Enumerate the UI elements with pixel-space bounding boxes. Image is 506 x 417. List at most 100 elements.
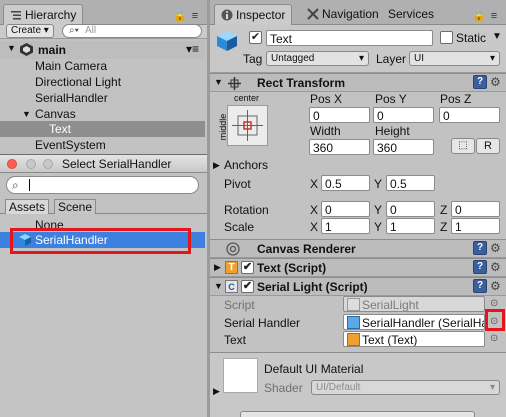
width-input[interactable]: 360	[309, 139, 370, 155]
csharp-script-icon	[347, 298, 360, 311]
scale-y-input[interactable]: 1	[386, 218, 435, 234]
gameobject-cube-icon	[216, 30, 238, 55]
create-button[interactable]: Create ▾	[6, 24, 54, 38]
text-field-label: Text	[224, 333, 247, 347]
search-icon: ⌕	[12, 178, 19, 192]
help-icon[interactable]: ?	[473, 279, 487, 293]
rotation-label: Rotation	[224, 203, 269, 217]
serial-handler-object-field[interactable]: SerialHandler (SerialHan	[343, 314, 485, 330]
help-icon[interactable]: ?	[473, 75, 487, 89]
tab-scene[interactable]: Scene	[54, 199, 97, 214]
layer-dropdown-value: UI	[414, 53, 424, 64]
pos-y-input[interactable]: 0	[373, 107, 434, 123]
scene-menu-icon[interactable]: ▾≡	[186, 42, 199, 56]
scene-row-main[interactable]: ▼ main ▾≡	[0, 41, 205, 59]
scale-label: Scale	[224, 220, 255, 234]
scene-name: main	[38, 43, 67, 57]
script-object-value: SerialLight	[362, 298, 419, 312]
hierarchy-item-eventsystem[interactable]: EventSystem	[0, 137, 205, 153]
object-name-input[interactable]: Text	[266, 30, 433, 46]
text-cursor	[29, 179, 30, 191]
text-script-enabled-checkbox[interactable]: ✔	[241, 261, 254, 274]
selector-search-input[interactable]: ⌕	[6, 176, 199, 194]
anchor-presets-button[interactable]	[227, 105, 268, 146]
text-component-icon: T	[225, 261, 238, 274]
static-checkbox[interactable]	[440, 31, 453, 44]
anchors-expand-arrow-icon[interactable]: ▶	[213, 160, 220, 171]
canvas-renderer-header[interactable]: Canvas Renderer	[210, 239, 506, 258]
rect-transform-icon	[228, 77, 241, 93]
add-component-button-edge[interactable]	[240, 411, 475, 417]
hierarchy-window-controls[interactable]: 🔒 ≡	[173, 9, 199, 22]
zoom-window-button[interactable]	[43, 159, 53, 169]
shader-label: Shader	[264, 381, 303, 395]
hierarchy-item-canvas[interactable]: ▼ Canvas	[0, 106, 205, 122]
hierarchy-item-text[interactable]: Text	[0, 121, 205, 137]
help-icon[interactable]: ?	[473, 241, 487, 255]
pivot-x-input[interactable]: 0.5	[321, 175, 370, 191]
gear-icon[interactable]: ⚙	[490, 75, 501, 89]
layer-dropdown[interactable]: UI ▾	[409, 51, 500, 66]
text-object-picker-icon[interactable]: ⊙	[490, 333, 498, 344]
gear-icon[interactable]: ⚙	[490, 241, 501, 255]
text-object-field[interactable]: Text (Text)	[343, 331, 485, 347]
tab-services[interactable]: Services	[382, 4, 440, 24]
tab-navigation[interactable]: Navigation	[301, 4, 385, 24]
tab-assets[interactable]: Assets	[5, 199, 50, 214]
hierarchy-search-input[interactable]: ⌕▾ All	[62, 24, 202, 38]
dropdown-arrow-icon: ▾	[489, 53, 495, 64]
canvas-renderer-title: Canvas Renderer	[257, 242, 356, 256]
static-dropdown-arrow-icon[interactable]: ▼	[492, 31, 502, 42]
gear-icon[interactable]: ⚙	[490, 279, 501, 293]
hierarchy-item-label: EventSystem	[35, 138, 106, 152]
pivot-y-axis-label: Y	[374, 177, 383, 191]
tab-inspector-label: Inspector	[236, 8, 286, 22]
height-input[interactable]: 360	[373, 139, 434, 155]
csharp-script-icon: C	[225, 280, 238, 293]
rect-transform-header[interactable]: ▼ Rect Transform	[210, 73, 506, 92]
shader-dropdown[interactable]: UI/Default ▾	[311, 380, 500, 395]
scale-z-input[interactable]: 1	[451, 218, 500, 234]
scale-x-input[interactable]: 1	[321, 218, 370, 234]
pivot-label: Pivot	[224, 177, 251, 191]
scale-z-axis-label: Z	[440, 220, 448, 234]
canvas-expand-arrow-icon[interactable]: ▼	[22, 109, 31, 119]
tag-dropdown[interactable]: Untagged ▾	[266, 51, 369, 66]
help-icon[interactable]: ?	[473, 260, 487, 274]
text-script-title: Text (Script)	[257, 261, 327, 275]
material-name: Default UI Material	[264, 362, 364, 376]
tab-hierarchy[interactable]: Hierarchy	[3, 4, 84, 25]
text-script-header[interactable]: ▶ T ✔ Text (Script)	[210, 258, 506, 277]
gear-icon[interactable]: ⚙	[490, 260, 501, 274]
serial-light-title: Serial Light (Script)	[257, 280, 368, 294]
pivot-y-input[interactable]: 0.5	[386, 175, 435, 191]
blueprint-mode-button[interactable]: ⬚	[451, 138, 475, 154]
pos-z-input[interactable]: 0	[439, 107, 500, 123]
pos-x-input[interactable]: 0	[309, 107, 370, 123]
rotation-y-input[interactable]: 0	[386, 201, 435, 217]
navigation-icon	[307, 8, 319, 20]
serial-light-enabled-checkbox[interactable]: ✔	[241, 280, 254, 293]
rotation-z-input[interactable]: 0	[451, 201, 500, 217]
anchor-preset-icon	[232, 110, 263, 141]
height-label: Height	[375, 124, 410, 138]
hierarchy-item-main-camera[interactable]: Main Camera	[0, 58, 205, 74]
hierarchy-item-serialhandler[interactable]: SerialHandler	[0, 90, 205, 106]
close-window-button[interactable]	[7, 159, 17, 169]
hierarchy-item-label: Main Camera	[35, 59, 108, 73]
select-window-title: Select SerialHandler	[62, 157, 172, 171]
material-preview-thumbnail	[223, 358, 258, 393]
raw-edit-button[interactable]: R	[476, 138, 500, 154]
serial-light-header[interactable]: ▼ C ✔ Serial Light (Script)	[210, 277, 506, 296]
material-expand-arrow-icon[interactable]: ▶	[213, 386, 220, 397]
script-label: Script	[224, 298, 255, 312]
dropdown-arrow-icon: ▾	[489, 382, 495, 393]
minimize-window-button[interactable]	[26, 159, 36, 169]
hierarchy-search-placeholder: All	[85, 25, 97, 36]
hierarchy-item-directional-light[interactable]: Directional Light	[0, 74, 205, 90]
inspector-window-controls[interactable]: 🔒 ≡	[472, 9, 498, 22]
anchors-label: Anchors	[224, 158, 269, 172]
object-active-checkbox[interactable]: ✔	[249, 31, 262, 44]
rotation-x-input[interactable]: 0	[321, 201, 370, 217]
tab-inspector[interactable]: Inspector	[214, 4, 293, 25]
